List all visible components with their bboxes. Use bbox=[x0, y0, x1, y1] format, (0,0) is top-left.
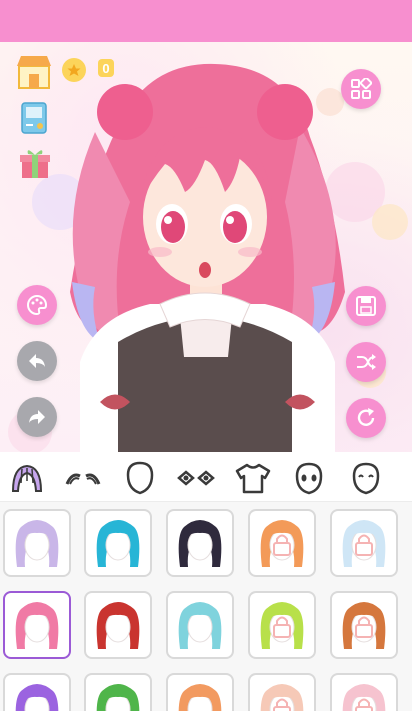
hair-preview bbox=[260, 684, 304, 711]
palette-icon bbox=[27, 294, 48, 316]
smile-icon bbox=[352, 462, 380, 495]
hair-preview bbox=[260, 602, 304, 649]
hair-option[interactable] bbox=[330, 509, 398, 577]
hair-preview bbox=[178, 684, 222, 711]
undo-button[interactable] bbox=[17, 341, 57, 381]
expression-icon bbox=[295, 462, 323, 495]
hair-preview bbox=[178, 602, 222, 649]
hair-preview bbox=[96, 520, 140, 567]
undo-icon bbox=[29, 354, 45, 368]
tab-eyebrows[interactable] bbox=[63, 459, 103, 497]
redo-button[interactable] bbox=[17, 397, 57, 437]
hair-preview bbox=[260, 520, 304, 567]
hair-preview bbox=[15, 602, 59, 649]
eyes-icon bbox=[177, 470, 215, 486]
hair-preview bbox=[342, 602, 386, 649]
tab-clothes[interactable] bbox=[233, 459, 273, 497]
reset-button[interactable] bbox=[346, 398, 386, 438]
face-shape-icon bbox=[126, 461, 154, 495]
hair-option[interactable] bbox=[248, 591, 316, 659]
hair-option[interactable] bbox=[84, 591, 152, 659]
hair-option[interactable] bbox=[248, 673, 316, 711]
eyebrows-icon bbox=[65, 473, 101, 485]
hair-options-grid bbox=[0, 502, 412, 711]
redo-icon bbox=[29, 410, 45, 424]
layout-button[interactable] bbox=[341, 69, 381, 109]
game-console-icon[interactable] bbox=[18, 100, 54, 136]
hair-preview bbox=[342, 684, 386, 711]
grid-icon bbox=[351, 78, 372, 99]
category-tab-bar bbox=[0, 455, 412, 502]
avatar-stage: 0 bbox=[0, 42, 412, 452]
coin-count: 0 bbox=[98, 59, 114, 77]
hair-option[interactable] bbox=[330, 673, 398, 711]
hair-preview bbox=[96, 684, 140, 711]
tab-face[interactable] bbox=[120, 459, 160, 497]
hair-preview bbox=[342, 520, 386, 567]
star-coin-icon bbox=[62, 58, 86, 82]
tab-smile[interactable] bbox=[346, 459, 386, 497]
hair-option[interactable] bbox=[248, 509, 316, 577]
hair-option[interactable] bbox=[3, 509, 71, 577]
refresh-icon bbox=[357, 408, 375, 426]
tab-expression[interactable] bbox=[289, 459, 329, 497]
hair-option[interactable] bbox=[166, 509, 234, 577]
top-bar bbox=[0, 0, 412, 42]
hair-option[interactable] bbox=[84, 509, 152, 577]
hair-option[interactable] bbox=[166, 591, 234, 659]
hair-option[interactable] bbox=[84, 673, 152, 711]
shuffle-button[interactable] bbox=[346, 342, 386, 382]
save-icon bbox=[356, 296, 376, 316]
shuffle-icon bbox=[357, 354, 376, 370]
gift-icon[interactable] bbox=[18, 146, 52, 180]
hair-icon bbox=[11, 464, 43, 492]
shop-icon[interactable] bbox=[15, 52, 53, 90]
save-button[interactable] bbox=[346, 286, 386, 326]
hair-option[interactable] bbox=[166, 673, 234, 711]
palette-button[interactable] bbox=[17, 285, 57, 325]
tab-eyes[interactable] bbox=[176, 459, 216, 497]
shirt-icon bbox=[235, 463, 271, 494]
hair-preview bbox=[96, 602, 140, 649]
hair-option[interactable] bbox=[3, 591, 71, 659]
hair-option[interactable] bbox=[3, 673, 71, 711]
hair-preview bbox=[15, 684, 59, 711]
hair-preview bbox=[178, 520, 222, 567]
hair-option[interactable] bbox=[330, 591, 398, 659]
tab-hair[interactable] bbox=[7, 459, 47, 497]
hair-preview bbox=[15, 520, 59, 567]
